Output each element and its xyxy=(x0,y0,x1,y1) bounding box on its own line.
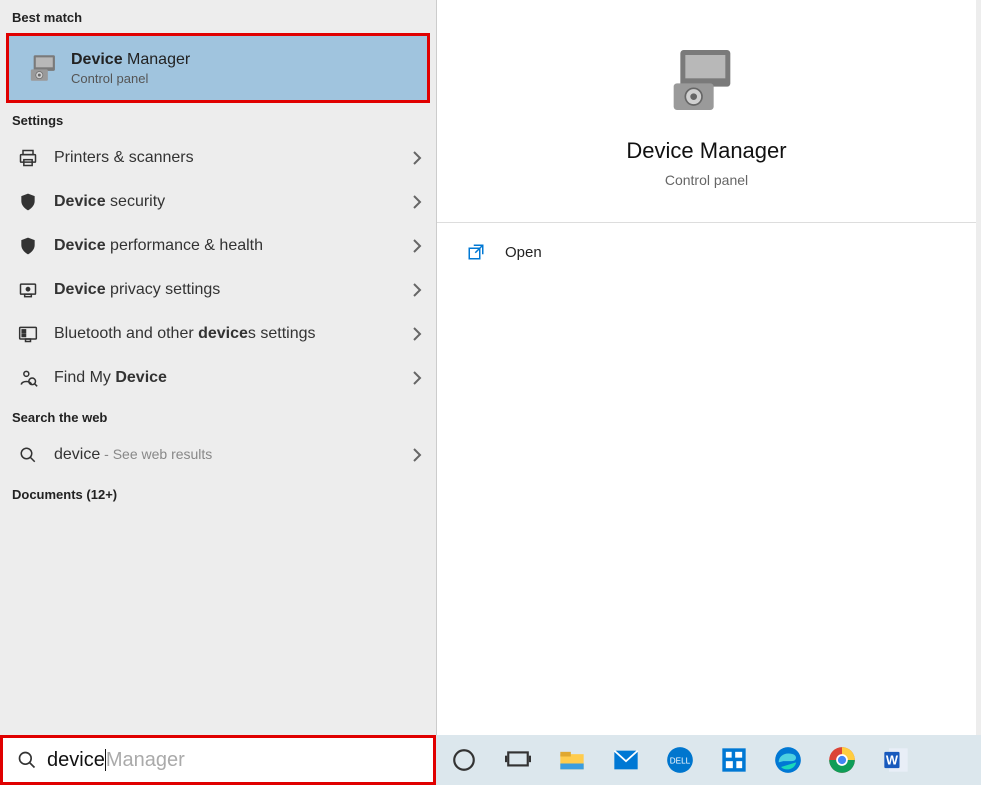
settings-item-security[interactable]: Device security xyxy=(0,180,436,224)
best-match-device-manager[interactable]: Device Manager Control panel xyxy=(6,33,430,103)
taskbar-taskview[interactable] xyxy=(498,740,538,780)
section-header-settings: Settings xyxy=(0,103,436,136)
settings-item-label: Printers & scanners xyxy=(54,149,412,167)
svg-text:W: W xyxy=(886,753,899,768)
settings-item-label: Device security xyxy=(54,193,412,211)
settings-item-label: Find My Device xyxy=(54,369,412,387)
web-result-device[interactable]: device - See web results xyxy=(0,433,436,477)
taskbar-chrome[interactable] xyxy=(822,740,862,780)
search-icon xyxy=(17,750,37,770)
settings-item-label: Bluetooth and other devices settings xyxy=(54,325,412,343)
settings-item-label: Device privacy settings xyxy=(54,281,412,299)
settings-item-privacy[interactable]: Device privacy settings xyxy=(0,268,436,312)
findmy-icon xyxy=(16,366,40,390)
shield-icon xyxy=(16,190,40,214)
divider xyxy=(437,222,976,223)
section-header-best-match: Best match xyxy=(0,0,436,33)
taskbar: DELL W xyxy=(436,735,981,785)
chevron-right-icon xyxy=(412,151,422,165)
settings-item-findmy[interactable]: Find My Device xyxy=(0,356,436,400)
device-manager-large-icon xyxy=(667,40,747,120)
svg-text:DELL: DELL xyxy=(670,757,691,766)
device-manager-icon xyxy=(25,48,65,88)
best-match-text: Device Manager Control panel xyxy=(71,51,190,86)
settings-item-perf[interactable]: Device performance & health xyxy=(0,224,436,268)
chevron-right-icon xyxy=(412,371,422,385)
privacy-icon xyxy=(16,278,40,302)
taskbar-tiles[interactable] xyxy=(714,740,754,780)
preview-panel: Device Manager Control panel Open xyxy=(436,0,976,735)
taskbar-explorer[interactable] xyxy=(552,740,592,780)
search-input[interactable]: device Manager xyxy=(0,735,436,785)
section-header-documents: Documents (12+) xyxy=(0,477,436,510)
settings-item-bluetooth[interactable]: Bluetooth and other devices settings xyxy=(0,312,436,356)
preview-action-open[interactable]: Open xyxy=(437,231,976,273)
taskbar-mail[interactable] xyxy=(606,740,646,780)
preview-title: Device Manager xyxy=(457,138,956,164)
shield-icon xyxy=(16,234,40,258)
search-icon xyxy=(16,443,40,467)
taskbar-cortana[interactable] xyxy=(444,740,484,780)
taskbar-dell[interactable]: DELL xyxy=(660,740,700,780)
chevron-right-icon xyxy=(412,448,422,462)
chevron-right-icon xyxy=(412,195,422,209)
section-header-web: Search the web xyxy=(0,400,436,433)
preview-subtitle: Control panel xyxy=(457,172,956,188)
search-ghost-text: Manager xyxy=(106,749,185,772)
bluetooth-icon xyxy=(16,322,40,346)
settings-item-printers[interactable]: Printers & scanners xyxy=(0,136,436,180)
chevron-right-icon xyxy=(412,239,422,253)
taskbar-edge[interactable] xyxy=(768,740,808,780)
printer-icon xyxy=(16,146,40,170)
chevron-right-icon xyxy=(412,283,422,297)
search-typed-text: device xyxy=(47,749,105,772)
search-results-panel: Best match Device Manager Control panel … xyxy=(0,0,436,735)
taskbar-word[interactable]: W xyxy=(876,740,916,780)
open-icon xyxy=(467,243,487,261)
chevron-right-icon xyxy=(412,327,422,341)
settings-item-label: Device performance & health xyxy=(54,237,412,255)
